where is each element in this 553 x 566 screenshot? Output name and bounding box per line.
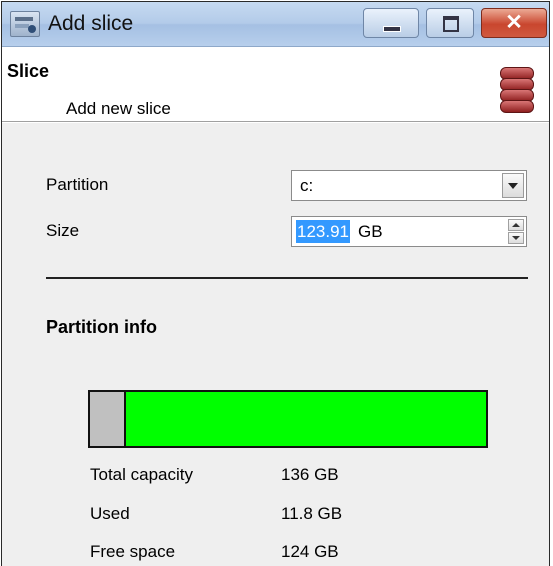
close-icon: ✕ <box>505 11 523 34</box>
maximize-button[interactable] <box>426 8 474 38</box>
free-space-label: Free space <box>90 542 176 561</box>
spin-up-icon[interactable] <box>508 219 524 231</box>
size-spinner-input[interactable]: 123.91 GB <box>291 216 527 247</box>
partition-select[interactable]: c: <box>291 170 527 201</box>
close-button[interactable]: ✕ <box>481 8 547 38</box>
add-slice-app-icon <box>10 11 40 37</box>
add-slice-window: Add slice ✕ Slice Add new slice Partitio… <box>1 1 550 566</box>
spin-down-icon[interactable] <box>508 232 524 244</box>
free-space-value: 124 GB <box>281 542 339 561</box>
partition-used-segment <box>90 392 126 446</box>
partition-label: Partition <box>46 175 109 194</box>
maximize-icon <box>443 16 459 32</box>
partition-info-title: Partition info <box>46 317 157 337</box>
chevron-down-icon[interactable] <box>502 173 524 198</box>
title-bar[interactable]: Add slice ✕ <box>2 2 549 47</box>
partition-usage-bar <box>88 390 488 448</box>
section-divider <box>46 277 528 279</box>
size-unit[interactable]: GB <box>358 220 383 243</box>
minimize-button[interactable] <box>363 8 419 38</box>
partition-select-value: c: <box>300 176 314 195</box>
minimize-icon <box>383 26 401 32</box>
window-title: Add slice <box>48 12 134 35</box>
size-label: Size <box>46 221 80 240</box>
size-value-selected[interactable]: 123.91 <box>296 220 350 243</box>
total-capacity-label: Total capacity <box>90 465 193 484</box>
header-subtitle: Add new slice <box>66 99 171 118</box>
used-label: Used <box>90 504 130 523</box>
dialog-header: Slice Add new slice <box>2 47 549 121</box>
used-value: 11.8 GB <box>281 504 343 523</box>
database-stack-icon <box>500 67 534 113</box>
size-spin-buttons[interactable] <box>508 219 524 244</box>
header-title: Slice <box>7 61 50 81</box>
total-capacity-value: 136 GB <box>281 465 339 484</box>
